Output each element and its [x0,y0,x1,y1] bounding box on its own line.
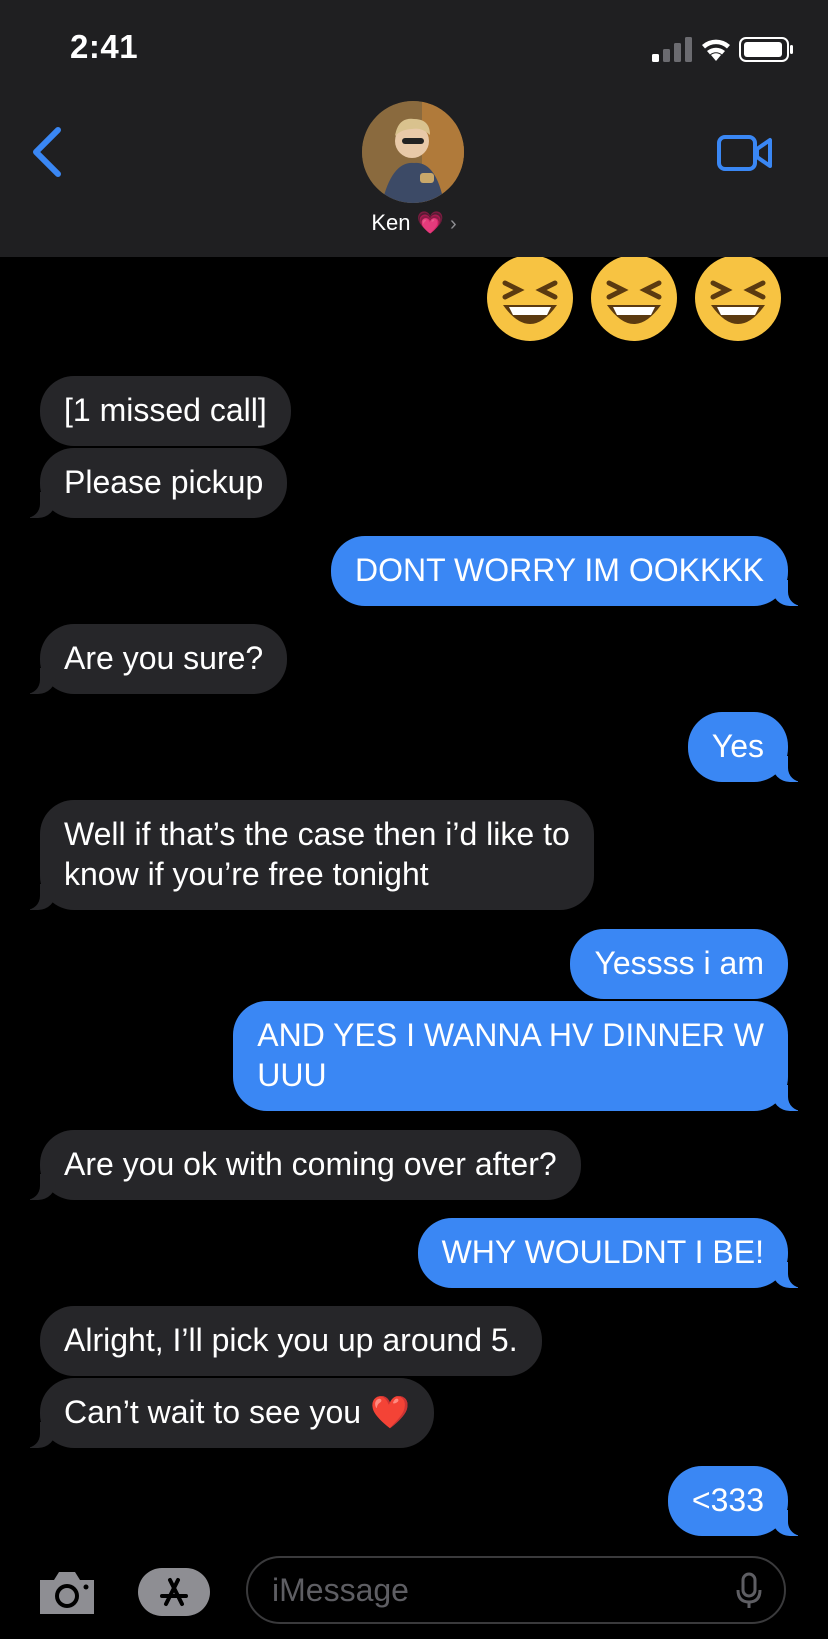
video-camera-icon[interactable] [717,134,773,172]
incoming-message[interactable]: Well if that’s the case then i’d like to… [18,800,594,910]
incoming-message[interactable]: Are you ok with coming over after? [18,1130,581,1200]
outgoing-message[interactable]: Yessss i am [570,929,788,999]
outgoing-message[interactable]: <333 [667,1466,811,1536]
outgoing-message[interactable]: WHY WOULDNT I BE! [417,1218,811,1288]
message-input-placeholder: iMessage [272,1572,409,1608]
outgoing-message[interactable]: AND YES I WANNA HV DINNER W UUU [233,1001,810,1111]
battery-icon [739,37,793,62]
incoming-message[interactable]: [1 missed call] [40,376,291,446]
contact-name[interactable]: Ken 💗 › [0,210,828,236]
incoming-message[interactable]: Please pickup [17,448,288,518]
conversation-header: 2:41 Ken 💗 › [0,0,828,257]
laughing-face-icon [695,255,781,341]
app-store-icon [160,1578,188,1606]
chevron-right-icon: › [449,213,457,235]
laughing-face-icon [487,255,573,341]
emoji-message [485,253,783,343]
outgoing-message[interactable]: Yes [687,712,811,782]
avatar-illustration [362,101,464,203]
incoming-message[interactable]: Are you sure? [17,624,288,694]
wifi-icon [702,39,730,61]
incoming-message[interactable]: Can’t wait to see you ❤️ [18,1378,434,1448]
app-store-button[interactable] [138,1568,210,1616]
composer-bar: iMessage [0,1540,828,1639]
message-input[interactable]: iMessage [246,1556,786,1624]
contact-avatar[interactable] [362,101,464,203]
camera-icon[interactable] [36,1568,98,1618]
back-chevron-icon[interactable] [28,124,68,180]
status-time: 2:41 [70,28,139,65]
contact-name-label: Ken 💗 [371,210,444,235]
incoming-message[interactable]: Alright, I’ll pick you up around 5. [40,1306,542,1376]
laughing-face-icon [591,255,677,341]
status-icons [652,37,793,62]
microphone-icon[interactable] [736,1572,762,1610]
outgoing-message[interactable]: DONT WORRY IM OOKKKK [331,536,810,606]
cellular-signal-icon [652,37,692,62]
